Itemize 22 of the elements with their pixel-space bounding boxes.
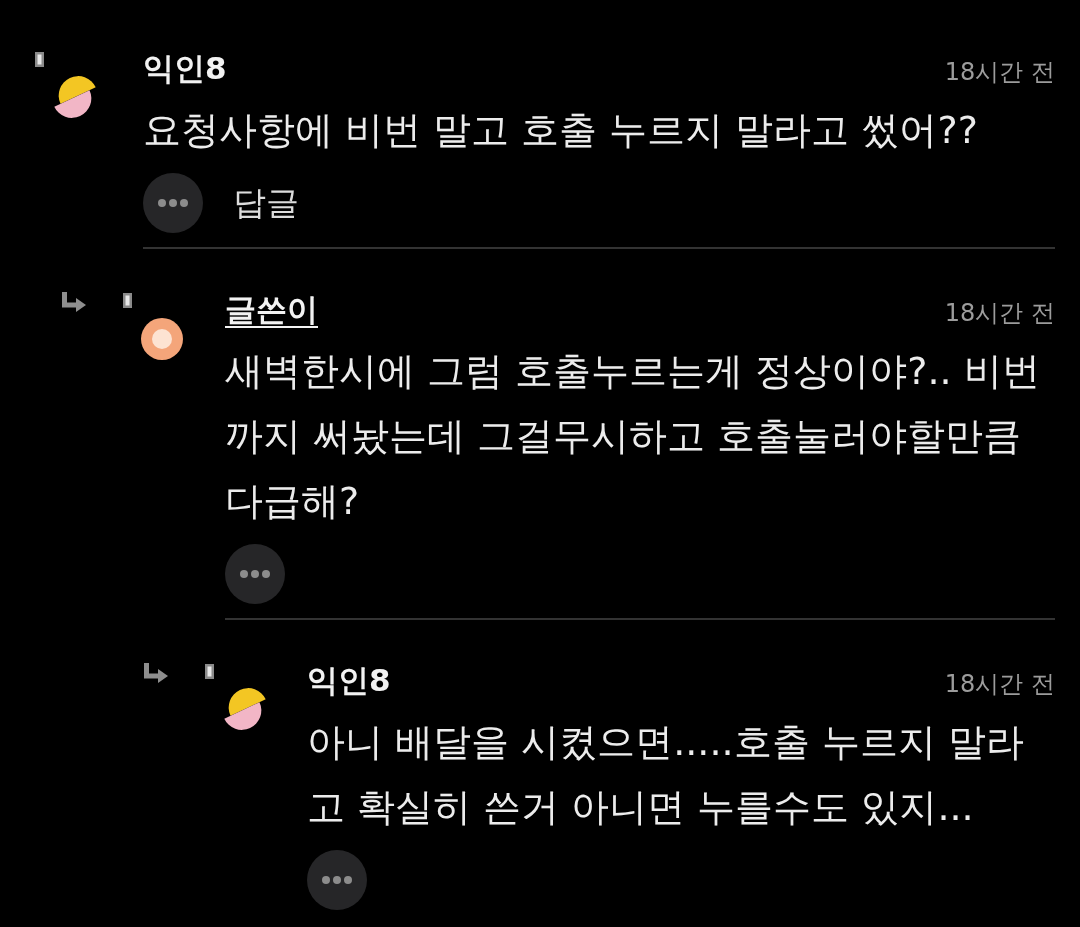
timestamp: 18시간 전: [944, 298, 1055, 329]
author-name: 익인8: [307, 661, 391, 700]
author-name: 글쓴이: [225, 290, 318, 329]
missing-glyph-icon: [35, 52, 44, 67]
more-button[interactable]: [225, 544, 285, 604]
reply-arrow-icon: [61, 291, 86, 313]
comment-text: 아니 배달을 시켰으면.....호출 누르지 말라고 확실히 쓴거 아니면 누를수도 있지...: [307, 719, 1025, 831]
author-name: 익인8: [143, 49, 227, 88]
more-button[interactable]: [143, 173, 203, 233]
timestamp: 18시간 전: [944, 57, 1055, 88]
more-icon: [158, 199, 188, 207]
more-button[interactable]: [307, 850, 367, 910]
missing-glyph-icon: [123, 293, 132, 308]
timestamp: 18시간 전: [944, 669, 1055, 700]
comment-text: 요청사항에 비번 말고 호출 누르지 말라고 썼어??: [143, 107, 979, 154]
reply-arrow-icon: [143, 662, 168, 684]
comment-text: 새벽한시에 그럼 호출누르는게 정상이야?.. 비번까지 써놨는데 그걸무시하고 호출눌러야할만큼 다급해?: [225, 348, 1041, 525]
more-icon: [240, 570, 270, 578]
avatar-icon: [141, 318, 183, 360]
more-icon: [322, 876, 352, 884]
reply-button[interactable]: 답글: [233, 180, 299, 226]
missing-glyph-icon: [205, 664, 214, 679]
